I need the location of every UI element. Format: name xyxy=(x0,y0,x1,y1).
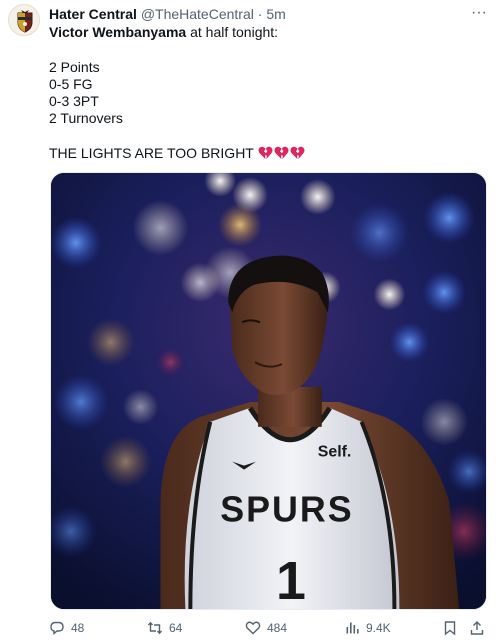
views-button[interactable]: 9.4K xyxy=(344,616,391,640)
stat-line: 2 Turnovers xyxy=(49,110,123,127)
intro-rest: at half tonight: xyxy=(186,24,279,40)
tweet-actions: 48 64 484 9.4K xyxy=(49,616,489,640)
reply-button[interactable]: 48 xyxy=(49,616,84,640)
tweet-timestamp[interactable]: 5m xyxy=(266,6,285,22)
view-count: 9.4K xyxy=(366,621,391,635)
share-button[interactable] xyxy=(469,616,485,640)
avatar[interactable] xyxy=(8,4,40,36)
jersey-number-text: 1 xyxy=(276,551,306,609)
broken-heart-icon xyxy=(274,146,289,160)
retweet-icon xyxy=(147,621,163,635)
mention-player-name: Victor Wembanyama xyxy=(49,24,187,40)
stat-line: 2 Points xyxy=(49,58,100,75)
reply-count: 48 xyxy=(71,621,85,635)
retweet-button[interactable]: 64 xyxy=(147,616,182,640)
retweet-count: 64 xyxy=(169,621,183,635)
author-handle[interactable]: @TheHateCentral xyxy=(141,6,254,22)
closing-text: THE LIGHTS ARE TOO BRIGHT xyxy=(49,145,254,162)
tweet-photo[interactable]: Self. SPURS 1 xyxy=(50,172,487,610)
bookmark-button[interactable] xyxy=(442,616,458,640)
jersey-sponsor-text: Self. xyxy=(318,444,352,461)
tweet-card[interactable]: Hater Central @TheHateCentral · 5m ··· V… xyxy=(0,0,499,640)
share-icon xyxy=(470,621,484,635)
stat-line: 0-5 FG xyxy=(49,75,93,92)
reply-icon xyxy=(50,621,64,635)
jersey-team-text: SPURS xyxy=(220,489,353,529)
broken-heart-icon xyxy=(290,146,305,160)
broken-heart-icon xyxy=(258,146,273,160)
like-button[interactable]: 484 xyxy=(245,616,287,640)
more-options-label: ··· xyxy=(471,4,487,21)
bookmark-icon xyxy=(444,621,456,636)
tweet-closing-line: THE LIGHTS ARE TOO BRIGHT xyxy=(49,145,489,162)
tweet-intro: Victor Wembanyama at half tonight: xyxy=(49,24,489,41)
like-count: 484 xyxy=(267,621,288,635)
more-options-icon[interactable]: ··· xyxy=(469,4,489,22)
tweet-text: Victor Wembanyama at half tonight: 2 Poi… xyxy=(49,24,489,162)
player-photo: Self. SPURS 1 xyxy=(51,173,486,609)
separator-dot: · xyxy=(257,6,263,22)
bar-chart-icon xyxy=(346,622,359,634)
heart-icon xyxy=(245,621,261,635)
tweet-header: Hater Central @TheHateCentral · 5m xyxy=(49,5,469,25)
emoji-group xyxy=(258,146,305,160)
author-display-name[interactable]: Hater Central xyxy=(49,6,137,22)
stat-line: 0-3 3PT xyxy=(49,93,99,110)
shield-crest-icon xyxy=(9,5,39,35)
